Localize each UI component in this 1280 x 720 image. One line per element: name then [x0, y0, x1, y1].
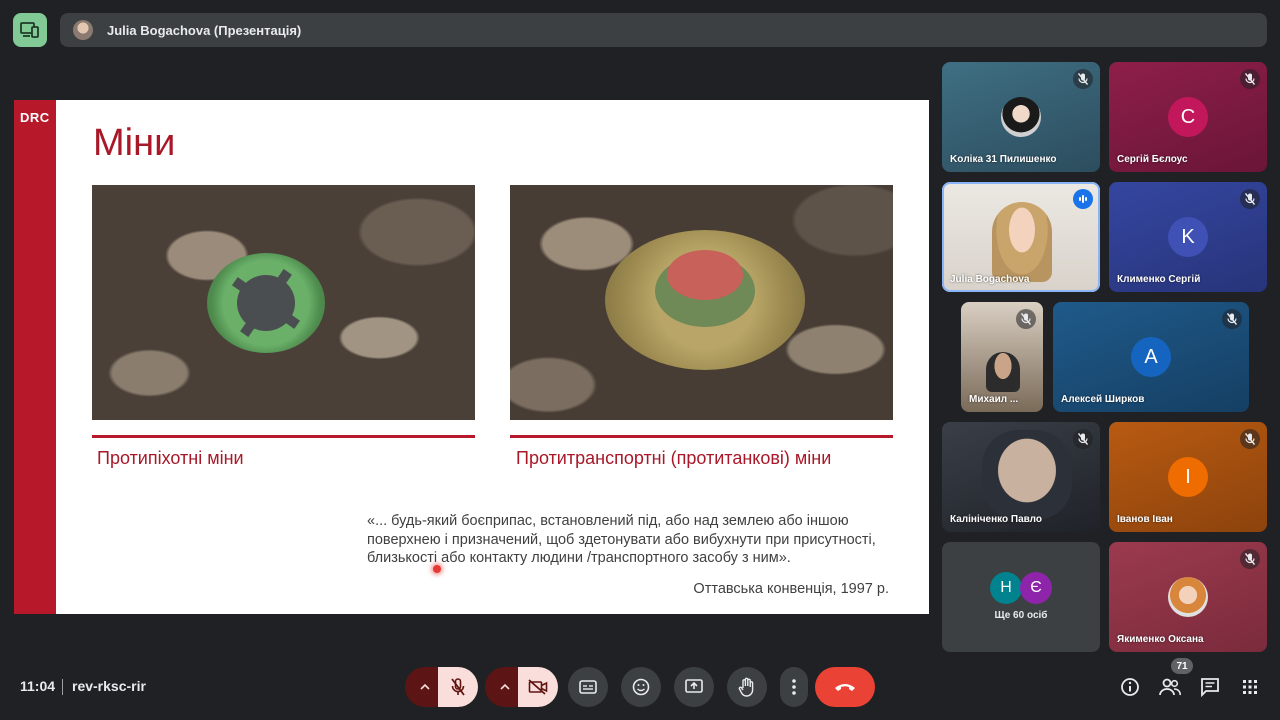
captions-button[interactable]	[568, 667, 608, 707]
participant-name: Іванов Іван	[1117, 514, 1173, 525]
caption-anti-personnel: Протипіхотні міни	[97, 448, 244, 468]
caption-divider	[92, 435, 475, 438]
quote-line: близькості або контакту людини /транспор…	[367, 550, 791, 566]
participant-video	[982, 430, 1072, 520]
chevron-up-icon	[500, 683, 510, 690]
participant-tile-speaking[interactable]: Julia Bogachova	[942, 182, 1100, 292]
meet-window: Julia Bogachova (Презентація) DRC Міни П…	[0, 0, 1280, 720]
quote-line: «... будь-який боєприпас, встановлений п…	[367, 513, 849, 529]
participant-name: Калініченко Павло	[950, 514, 1042, 525]
other-avatar: Н	[990, 572, 1022, 604]
mic-off-icon	[451, 678, 465, 696]
speaking-indicator-icon	[1073, 189, 1093, 209]
mic-off-icon	[1222, 309, 1242, 329]
mic-off-icon	[1240, 189, 1260, 209]
meeting-details-button[interactable]	[1118, 675, 1142, 699]
participant-tile[interactable]: Михаил ...	[961, 302, 1043, 412]
slide-title: Міни	[93, 122, 176, 164]
chat-icon	[1201, 678, 1219, 697]
participant-name: Михаил ...	[969, 394, 1019, 405]
quote-line: поверхнею і призначений, щоб здетонувати…	[367, 531, 876, 548]
other-avatar: Є	[1020, 572, 1052, 604]
presentation-slide: DRC Міни Протипіхотні міни Протитранспор…	[14, 100, 929, 614]
participant-name: Koліка 31 Пилишенко	[950, 154, 1057, 165]
slide-accent-bar	[14, 100, 56, 614]
more-vert-icon	[792, 679, 796, 695]
raise-hand-button[interactable]	[727, 667, 767, 707]
participant-avatar: I	[1168, 457, 1208, 497]
mine-shape	[605, 230, 805, 370]
present-screen-icon	[685, 679, 703, 693]
emoji-icon	[632, 678, 650, 696]
anti-tank-mine-image	[510, 185, 893, 420]
closed-caption-icon	[579, 680, 597, 694]
participant-name: Клименко Сергій	[1117, 274, 1201, 285]
devices-icon[interactable]	[13, 13, 47, 47]
videocam-off-icon	[528, 679, 548, 695]
participant-count-badge: 71	[1171, 658, 1193, 674]
more-options-button[interactable]	[780, 667, 808, 707]
present-now-button[interactable]	[674, 667, 714, 707]
camera-toggle-button[interactable]	[518, 667, 558, 707]
participant-tile[interactable]: K Клименко Сергій	[1109, 182, 1267, 292]
raise-hand-icon	[738, 677, 754, 697]
activities-button[interactable]	[1238, 675, 1262, 699]
participant-video	[992, 202, 1052, 282]
caption-anti-tank: Протитранспортні (протитанкові) міни	[516, 448, 832, 468]
meeting-clock: 11:04	[20, 678, 56, 694]
participant-avatar: K	[1168, 217, 1208, 257]
participant-avatar	[1168, 577, 1208, 617]
mic-off-icon	[1073, 429, 1093, 449]
mic-off-icon	[1240, 69, 1260, 89]
participant-avatar: C	[1168, 97, 1208, 137]
participant-tile[interactable]: Koліка 31 Пилишенко	[942, 62, 1100, 172]
participant-tile[interactable]: A Алексей Ширков	[1053, 302, 1249, 412]
mic-off-icon	[1240, 429, 1260, 449]
participant-name: Алексей Ширков	[1061, 394, 1145, 405]
definition-quote: «... будь-який боєприпас, встановлений п…	[367, 512, 897, 568]
participant-tile[interactable]: I Іванов Іван	[1109, 422, 1267, 532]
mic-off-icon	[1016, 309, 1036, 329]
others-tile[interactable]: Н Є Ще 60 осіб	[942, 542, 1100, 652]
others-count-label: Ще 60 осіб	[994, 610, 1048, 621]
presenter-banner[interactable]: Julia Bogachova (Презентація)	[60, 13, 1267, 47]
slide-logo: DRC	[20, 110, 50, 125]
participant-avatar: A	[1131, 337, 1171, 377]
participant-avatar	[1001, 97, 1041, 137]
presenter-avatar	[73, 20, 93, 40]
footer-divider	[62, 679, 63, 695]
participant-video	[986, 352, 1020, 392]
chevron-up-icon	[420, 683, 430, 690]
chat-button[interactable]	[1198, 675, 1222, 699]
info-icon	[1121, 678, 1139, 696]
quote-source: Оттавська конвенція, 1997 р.	[693, 581, 889, 597]
reactions-button[interactable]	[621, 667, 661, 707]
participant-name: Якименко Оксана	[1117, 634, 1204, 645]
presenter-title: Julia Bogachova (Презентація)	[107, 22, 302, 38]
laser-pointer	[433, 565, 441, 573]
mine-shape	[207, 253, 325, 353]
call-end-icon	[835, 684, 855, 691]
people-button[interactable]	[1158, 675, 1182, 699]
leave-call-button[interactable]	[815, 667, 875, 707]
participant-tile[interactable]: Якименко Оксана	[1109, 542, 1267, 652]
caption-divider	[510, 435, 893, 438]
mic-off-icon	[1240, 549, 1260, 569]
apps-grid-icon	[1243, 680, 1257, 694]
participant-tile[interactable]: Калініченко Павло	[942, 422, 1100, 532]
people-icon	[1159, 678, 1181, 696]
participant-tile[interactable]: C Сергій Бєлоус	[1109, 62, 1267, 172]
meeting-code: rev-rksc-rir	[72, 678, 146, 694]
anti-personnel-mine-image	[92, 185, 475, 420]
participant-name: Сергій Бєлоус	[1117, 154, 1188, 165]
participant-name: Julia Bogachova	[950, 274, 1030, 285]
mic-off-icon	[1073, 69, 1093, 89]
mic-toggle-button[interactable]	[438, 667, 478, 707]
